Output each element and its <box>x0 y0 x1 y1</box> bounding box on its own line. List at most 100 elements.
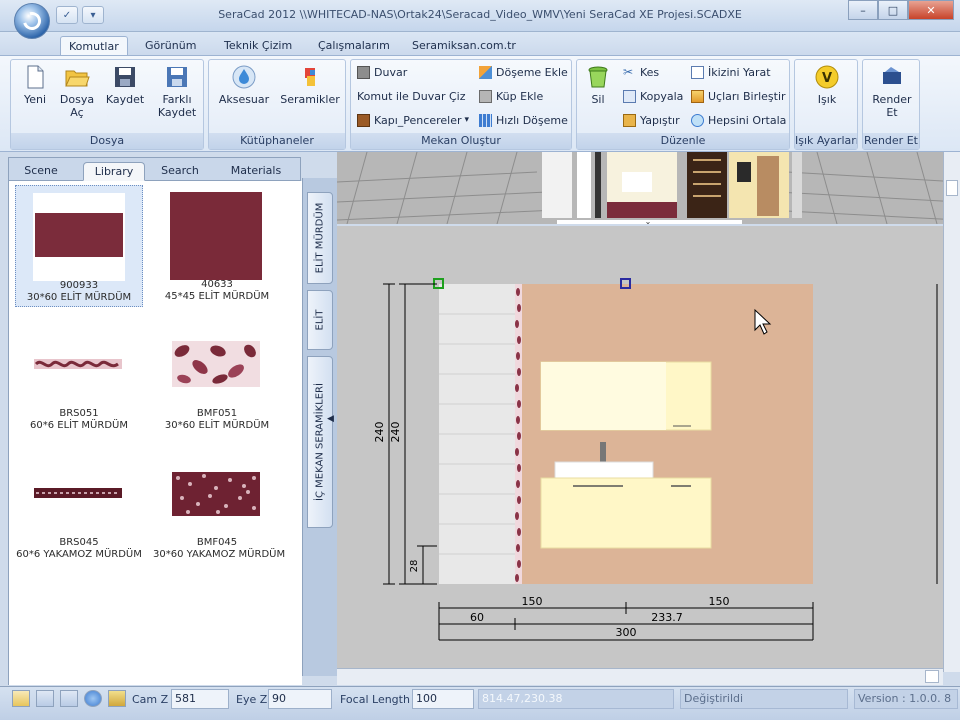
focal-length-label: Focal Length <box>340 693 410 706</box>
tab-library[interactable]: Library <box>83 162 145 181</box>
quick-access-toolbar: ✓ ▾ <box>56 6 104 24</box>
library-item-brs051[interactable]: BRS051 60*6 ELİT MÜRDÜM <box>15 314 143 436</box>
copy-label: Kopyala <box>640 90 684 103</box>
maximize-button[interactable]: □ <box>878 0 908 20</box>
document-state: Değiştirildi <box>680 689 848 709</box>
library-item-bmf045[interactable]: BMF045 30*60 YAKAMOZ MÜRDÜM <box>153 443 285 565</box>
vertical-scrollbar[interactable] <box>943 152 960 672</box>
tab-search[interactable]: Search <box>151 162 209 181</box>
quick-floor-icon <box>479 114 492 127</box>
accessory-button[interactable]: Aksesuar <box>213 64 275 106</box>
horizontal-scrollbar[interactable] <box>337 668 943 685</box>
item-code: BMF045 <box>196 537 238 548</box>
tile-thumbnail <box>33 193 125 281</box>
camera-icon[interactable] <box>60 690 78 707</box>
mirror-label: İkizini Yarat <box>708 66 771 79</box>
quick-floor-button[interactable]: Hızlı Döşeme <box>479 112 568 129</box>
globe-icon[interactable] <box>84 690 102 707</box>
focal-length-field[interactable]: 100 <box>412 689 474 709</box>
render-label: Render Et <box>872 93 912 119</box>
library-panel: Scene Library Search Materials 900933 30… <box>8 157 302 685</box>
center-all-button[interactable]: Hepsini Ortala <box>691 112 786 129</box>
tab-teknik-cizim[interactable]: Teknik Çizim <box>216 36 300 57</box>
collapse-arrow-icon[interactable]: ◀ <box>327 414 337 428</box>
application-menu-button[interactable] <box>14 3 50 39</box>
category-tab-elit-murdum[interactable]: ELİT MÜRDÜM <box>307 192 333 284</box>
category-label: İÇ MEKAN SERAMİKLERİ <box>314 383 326 501</box>
copy-icon <box>623 90 636 103</box>
group-kutuphaneler: Aksesuar Seramikler Kütüphaneler <box>208 59 346 150</box>
join-ends-label: Uçları Birleştir <box>708 90 786 103</box>
tab-materials[interactable]: Materials <box>223 162 289 181</box>
category-tab-ic-mekan[interactable]: İÇ MEKAN SERAMİKLERİ <box>307 356 333 528</box>
accessory-label: Aksesuar <box>218 93 270 106</box>
library-item-bmf051[interactable]: BMF051 30*60 ELİT MÜRDÜM <box>153 314 281 436</box>
delete-label: Sil <box>591 93 605 106</box>
lower-cabinet[interactable] <box>540 477 712 549</box>
key-icon[interactable] <box>108 690 126 707</box>
render-icon <box>883 67 901 84</box>
library-item-40633[interactable]: 40633 45*45 ELİT MÜRDÜM <box>153 185 281 307</box>
dim-left-inner: 240 <box>389 422 402 443</box>
camz-field[interactable]: 581 <box>171 689 229 709</box>
faucet[interactable] <box>600 442 606 462</box>
library-item-brs045[interactable]: BRS045 60*6 YAKAMOZ MÜRDÜM <box>15 443 143 565</box>
center-all-label: Hepsini Ortala <box>708 114 787 127</box>
library-item-900933[interactable]: 900933 30*60 ELİT MÜRDÜM <box>15 185 143 307</box>
app-logo-icon <box>19 8 45 34</box>
sink[interactable] <box>554 461 654 481</box>
dropdown-arrow-icon[interactable]: ▾ <box>82 6 104 24</box>
dim-top-b: 150 <box>709 595 730 608</box>
item-name: 60*6 YAKAMOZ MÜRDÜM <box>16 549 142 560</box>
copy-button[interactable]: Kopyala <box>623 88 683 105</box>
new-button[interactable]: Yeni <box>17 64 53 106</box>
join-ends-button[interactable]: Uçları Birleştir <box>691 88 786 105</box>
paste-button[interactable]: Yapıştır <box>623 112 680 129</box>
light-bulb-icon: V <box>815 65 839 89</box>
delete-button[interactable]: Sil <box>581 64 615 106</box>
water-drop-icon <box>232 65 256 89</box>
doors-windows-label: Kapı_Pencereler <box>374 114 462 127</box>
wall-icon <box>357 66 370 79</box>
scissors-icon: ✂ <box>623 65 634 79</box>
group-label-isik: Işık Ayarları <box>795 133 857 149</box>
render-button[interactable]: Render Et <box>867 64 917 119</box>
scroll-thumb[interactable] <box>946 180 958 196</box>
group-label-render: Render Et <box>863 133 919 149</box>
tab-gorunum[interactable]: Görünüm <box>137 36 204 57</box>
tab-komutlar[interactable]: Komutlar <box>60 36 128 57</box>
command-wall-button[interactable]: Komut ile Duvar Çiz <box>357 88 466 105</box>
open-file-label: Dosya Aç <box>59 93 95 119</box>
plan-view-canvas[interactable]: 240 240 28 240 150 150 60 233.7 300 <box>337 226 954 668</box>
shield-icon[interactable]: ✓ <box>56 6 78 24</box>
tab-seramiksan[interactable]: Seramiksan.com.tr <box>404 36 524 57</box>
close-button[interactable]: ✕ <box>908 0 954 20</box>
minimize-button[interactable]: – <box>848 0 878 20</box>
3d-preview-view[interactable]: ⌄ <box>337 152 960 224</box>
eyez-label: Eye Z <box>236 693 268 706</box>
new-label: Yeni <box>23 93 47 106</box>
chevron-down-icon: ▾ <box>464 115 470 125</box>
scroll-thumb[interactable] <box>925 670 939 683</box>
ceramics-button[interactable]: Seramikler <box>277 64 343 106</box>
mirror-button[interactable]: İkizini Yarat <box>691 64 771 81</box>
open-file-button[interactable]: Dosya Aç <box>55 64 99 119</box>
cut-button[interactable]: ✂ Kes <box>623 64 659 81</box>
plan-view-icon[interactable] <box>36 690 54 707</box>
add-floor-button[interactable]: Döşeme Ekle <box>479 64 568 81</box>
save-as-button[interactable]: Farklı Kaydet <box>153 64 201 119</box>
tab-calismalarim[interactable]: Çalışmalarım <box>310 36 398 57</box>
eyez-field[interactable]: 90 <box>268 689 332 709</box>
doors-windows-button[interactable]: Kapı_Pencereler ▾ <box>357 112 469 129</box>
category-tab-elit[interactable]: ELİT <box>307 290 333 350</box>
tab-scene[interactable]: Scene <box>13 162 69 181</box>
wall-button[interactable]: Duvar <box>357 64 407 81</box>
group-label-kutuphaneler: Kütüphaneler <box>209 133 345 149</box>
quick-floor-label: Hızlı Döşeme <box>496 114 568 127</box>
group-isik-ayarlari: V Işık Işık Ayarları <box>794 59 858 150</box>
add-cube-button[interactable]: Küp Ekle <box>479 88 543 105</box>
grid-view-icon[interactable] <box>12 690 30 707</box>
save-button[interactable]: Kaydet <box>103 64 147 106</box>
group-label-dosya: Dosya <box>11 133 203 149</box>
light-button[interactable]: V Işık <box>799 64 855 106</box>
